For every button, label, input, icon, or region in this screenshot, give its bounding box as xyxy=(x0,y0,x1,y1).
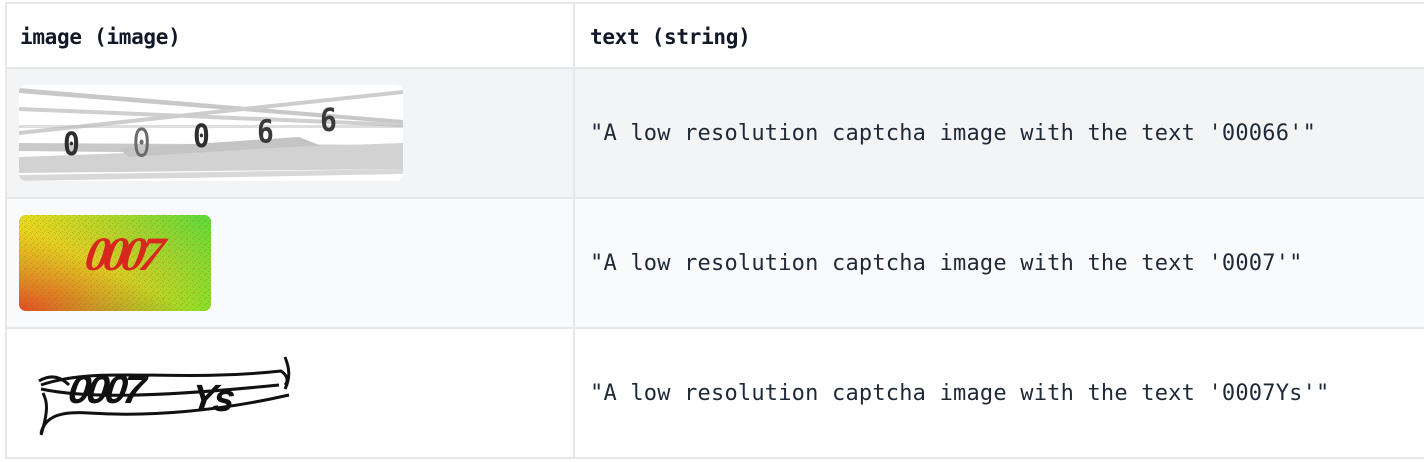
table-row[interactable]: 0007 Ys "A low resolution captcha image … xyxy=(7,328,1424,459)
svg-text:0: 0 xyxy=(193,118,210,155)
image-cell[interactable]: 0007 Ys xyxy=(7,328,575,459)
svg-text:0: 0 xyxy=(63,126,80,163)
column-header-image-type: (image) xyxy=(94,24,181,49)
text-cell[interactable]: "A low resolution captcha image with the… xyxy=(574,328,1424,459)
column-header-text-type: (string) xyxy=(651,24,751,49)
image-cell[interactable]: 0007 xyxy=(7,198,575,329)
text-cell[interactable]: "A low resolution captcha image with the… xyxy=(574,68,1424,199)
column-header-image[interactable]: image (image) xyxy=(7,4,575,69)
captcha-image-0007Ys-graphic: 0007 Ys xyxy=(19,345,299,441)
svg-text:6: 6 xyxy=(320,102,337,139)
captcha-image-0007[interactable]: 0007 xyxy=(19,215,211,311)
captcha-image-0007Ys[interactable]: 0007 Ys xyxy=(19,345,299,441)
captcha-image-0007-graphic: 0007 xyxy=(19,215,211,311)
captcha-image-00066[interactable]: 0 0 0 6 6 xyxy=(19,85,403,181)
svg-text:0: 0 xyxy=(132,121,150,167)
table-row[interactable]: 0 0 0 6 6 "A low resolution captcha imag… xyxy=(7,68,1424,199)
dataset-viewer-table-container: image (image) text (string) 0 0 0 6 6 "A… xyxy=(5,2,1424,459)
column-header-image-name: image xyxy=(20,24,82,49)
svg-text:6: 6 xyxy=(257,114,274,151)
text-cell[interactable]: "A low resolution captcha image with the… xyxy=(574,198,1424,329)
table-row[interactable]: 0007 "A low resolution captcha image wit… xyxy=(7,198,1424,329)
table-header-row: image (image) text (string) xyxy=(7,4,1424,69)
svg-text:Ys: Ys xyxy=(188,377,236,420)
captcha-image-00066-graphic: 0 0 0 6 6 xyxy=(19,85,403,181)
dataset-table: image (image) text (string) 0 0 0 6 6 "A… xyxy=(7,4,1424,459)
image-cell[interactable]: 0 0 0 6 6 xyxy=(7,68,575,199)
column-header-text-name: text xyxy=(590,24,640,49)
column-header-text[interactable]: text (string) xyxy=(574,4,1424,69)
